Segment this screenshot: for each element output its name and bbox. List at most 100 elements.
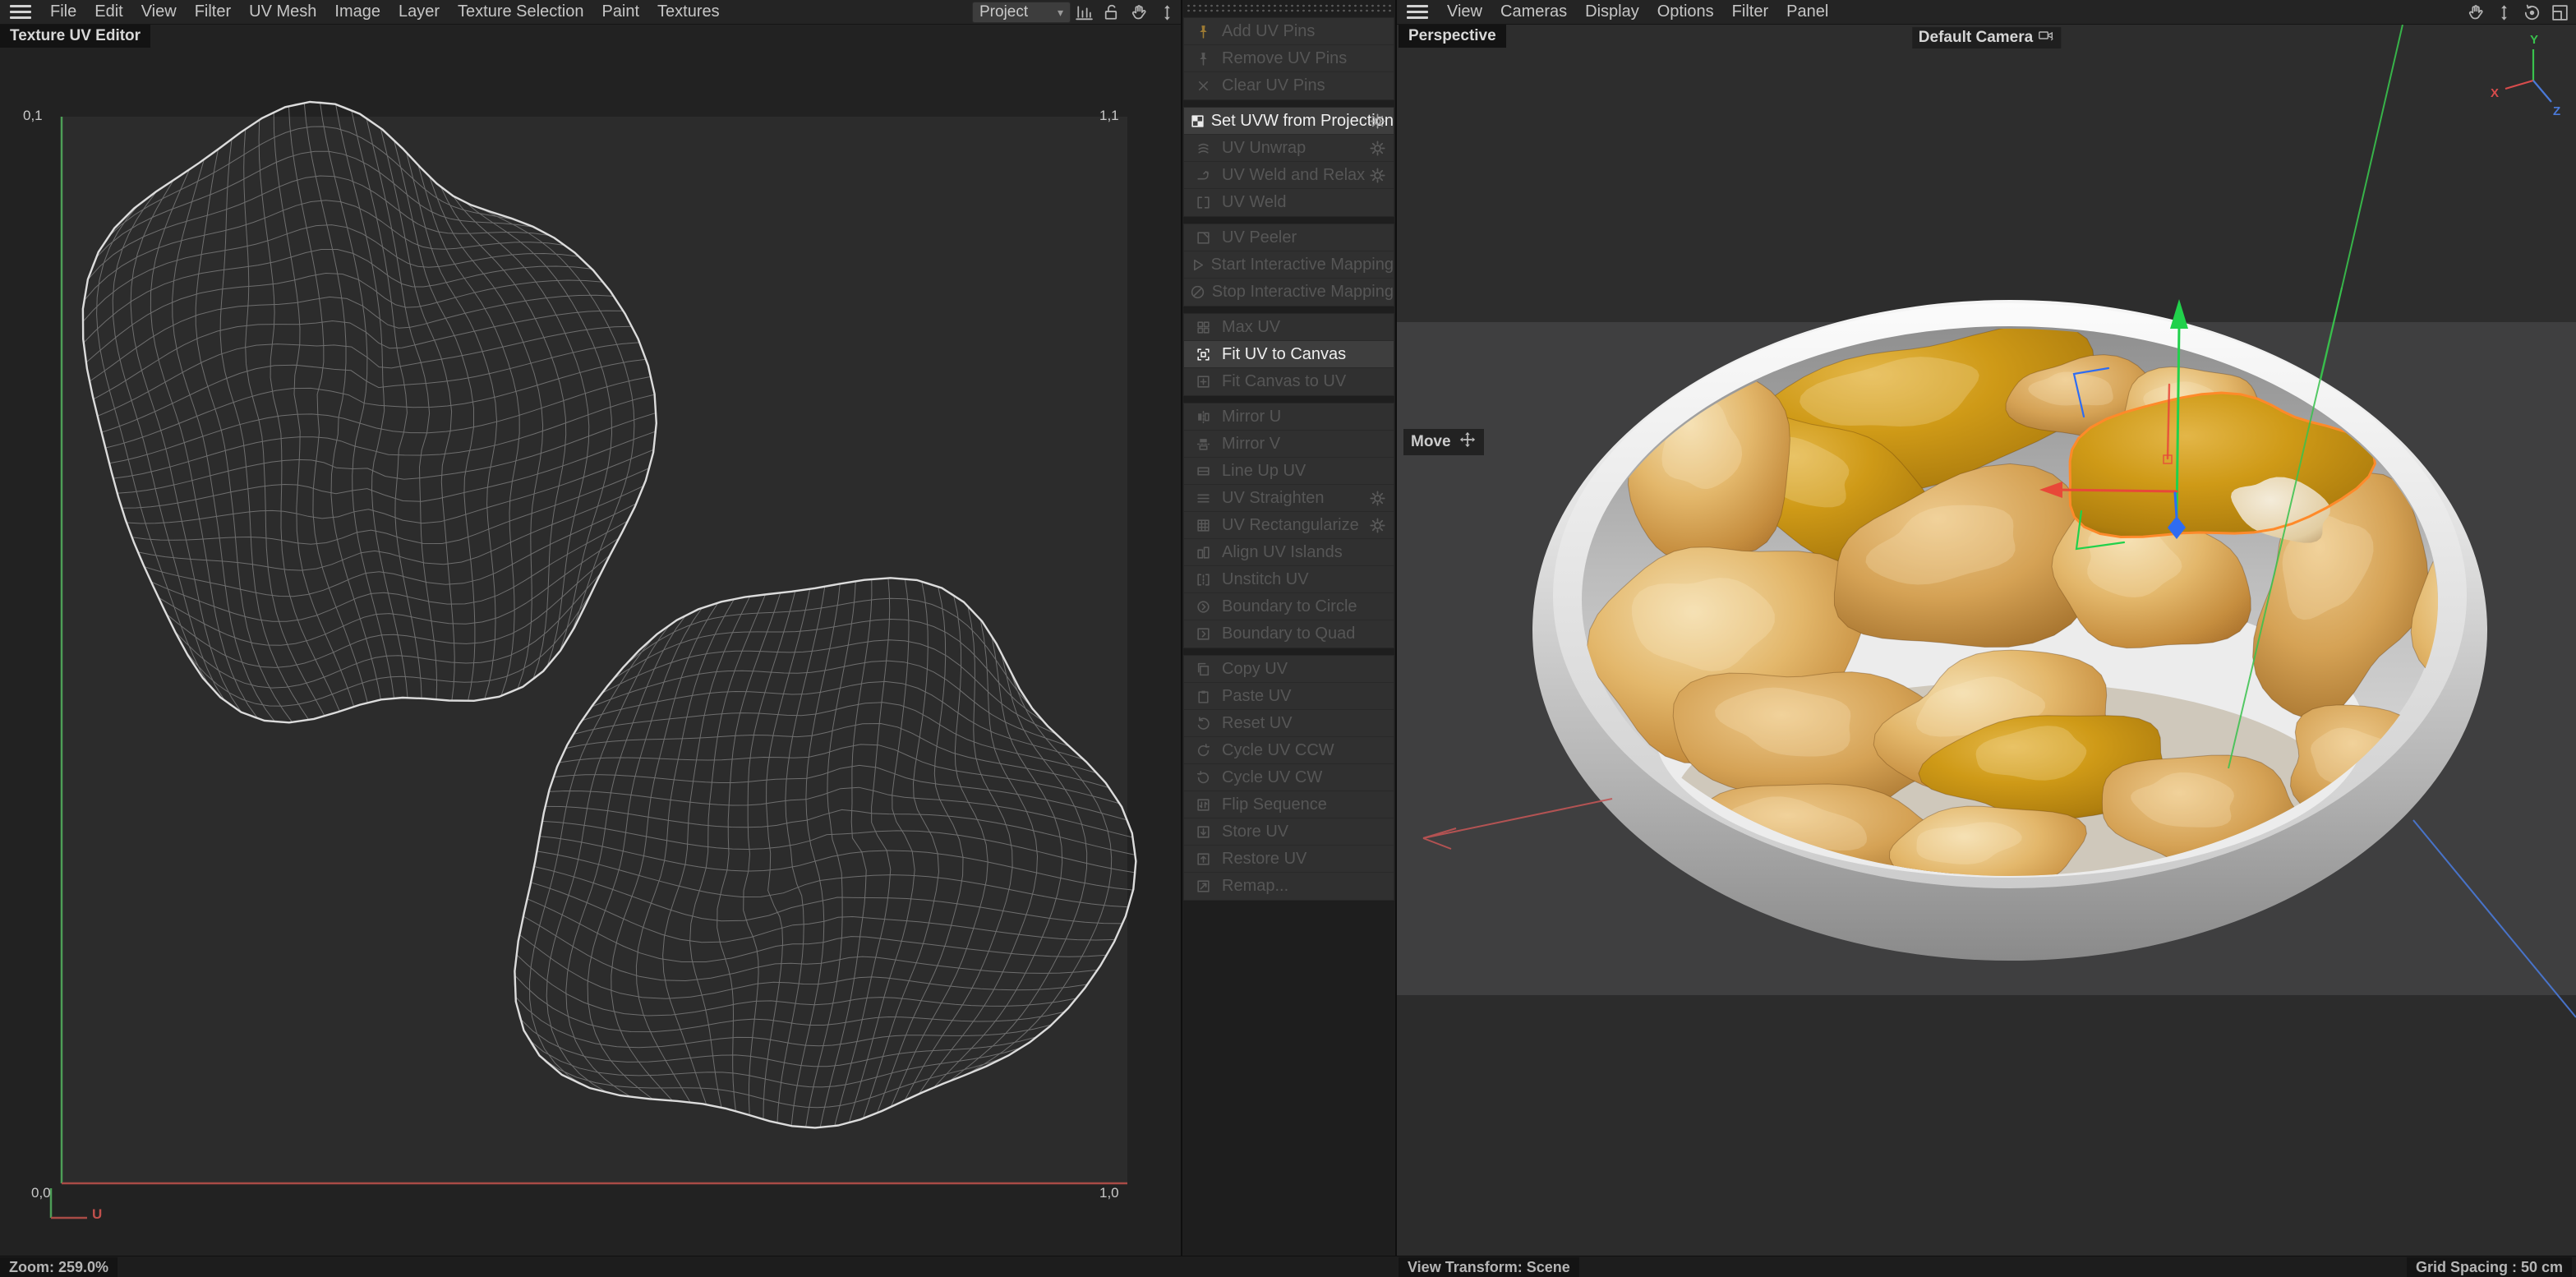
palette-item-mirror-v[interactable]: Mirror V	[1184, 431, 1394, 458]
palette-item-set-uvw-from-projection[interactable]: Set UVW from Projection	[1184, 108, 1394, 135]
axis-orientation-gizmo[interactable]: Y X Z	[2481, 30, 2571, 124]
palette-item-remap[interactable]: Remap...	[1184, 873, 1394, 900]
palette-item-cycle-uv-cw[interactable]: Cycle UV CW	[1184, 764, 1394, 791]
gear-glyph	[1370, 518, 1385, 533]
palette-item-flip-sequence[interactable]: Flip Sequence	[1184, 791, 1394, 818]
tab-texture-uv-editor[interactable]: Texture UV Editor	[0, 25, 151, 48]
palette-item-uv-peeler[interactable]: UV Peeler	[1184, 224, 1394, 251]
palette-item-restore-uv[interactable]: Restore UV	[1184, 846, 1394, 873]
palette-item-fit-uv-to-canvas[interactable]: Fit UV to Canvas	[1184, 341, 1394, 368]
palette-item-label: Restore UV	[1222, 849, 1307, 868]
palette-item-label: Set UVW from Projection	[1210, 111, 1394, 130]
gear-icon[interactable]	[1369, 490, 1386, 511]
hamburger-menu-icon[interactable]	[1407, 5, 1428, 19]
menu-image[interactable]: Image	[325, 2, 389, 21]
palette-item-paste-uv[interactable]: Paste UV	[1184, 683, 1394, 710]
pan-hand-icon[interactable]	[2466, 2, 2486, 23]
active-tool-indicator[interactable]: Move	[1403, 429, 1484, 455]
gear-icon[interactable]	[1369, 113, 1386, 134]
palette-group-3: Max UV Fit UV to Canvas Fit Canvas to UV	[1183, 313, 1394, 396]
palette-item-max-uv[interactable]: Max UV	[1184, 314, 1394, 341]
menu-panel[interactable]: Panel	[1777, 2, 1837, 21]
x-cross-glyph	[1198, 81, 1208, 91]
palette-item-label: Flip Sequence	[1222, 795, 1327, 814]
gear-icon[interactable]	[1369, 517, 1386, 538]
pin-glyph	[1199, 25, 1207, 39]
menu-filter[interactable]: Filter	[1723, 2, 1777, 21]
palette-item-line-up-uv[interactable]: Line Up UV	[1184, 458, 1394, 485]
grid-spacing-status: Grid Spacing : 50 cm	[2406, 1257, 2572, 1277]
histogram-icon[interactable]	[1073, 2, 1094, 23]
svg-text:X: X	[2491, 86, 2499, 100]
menu-texture-selection[interactable]: Texture Selection	[449, 2, 592, 21]
pan-hand-icon[interactable]	[1129, 2, 1150, 23]
menu-options[interactable]: Options	[1648, 2, 1723, 21]
palette-item-uv-unwrap[interactable]: UV Unwrap	[1184, 135, 1394, 162]
palette-item-cycle-uv-ccw[interactable]: Cycle UV CCW	[1184, 737, 1394, 764]
zoom-updown-icon[interactable]	[1157, 2, 1177, 23]
hamburger-menu-icon[interactable]	[10, 5, 31, 19]
menu-view[interactable]: View	[1438, 2, 1491, 21]
pin-icon	[1184, 24, 1222, 39]
palette-item-copy-uv[interactable]: Copy UV	[1184, 656, 1394, 683]
menu-display[interactable]: Display	[1576, 2, 1648, 21]
menu-filter[interactable]: Filter	[186, 2, 240, 21]
align-islands-glyph	[1196, 546, 1210, 559]
uv-canvas[interactable]	[0, 25, 1181, 1256]
unlock-icon[interactable]	[1101, 2, 1122, 23]
zoom-updown-icon[interactable]	[2494, 2, 2514, 23]
palette-item-fit-canvas-to-uv[interactable]: Fit Canvas to UV	[1184, 368, 1394, 395]
maximize-panel-icon[interactable]	[2550, 2, 2570, 23]
palette-item-store-uv[interactable]: Store UV	[1184, 818, 1394, 846]
palette-item-stop-interactive-mapping[interactable]: Stop Interactive Mapping	[1184, 279, 1394, 306]
palette-item-reset-uv[interactable]: Reset UV	[1184, 710, 1394, 737]
restore-glyph	[1196, 852, 1210, 865]
viewport-3d[interactable]: Perspective Default Camera Move Y X Z	[1397, 25, 2576, 1256]
palette-item-uv-rectangularize[interactable]: UV Rectangularize	[1184, 512, 1394, 539]
gear-icon[interactable]	[1369, 140, 1386, 161]
palette-item-align-uv-islands[interactable]: Align UV Islands	[1184, 539, 1394, 566]
fit-canvas-icon	[1184, 374, 1222, 390]
palette-item-add-uv-pins[interactable]: Add UV Pins	[1184, 18, 1394, 45]
camera-selector[interactable]: Default Camera	[1911, 27, 2062, 48]
store-icon	[1184, 824, 1222, 840]
palette-item-unstitch-uv[interactable]: Unstitch UV	[1184, 566, 1394, 593]
orbit-icon[interactable]	[2522, 2, 2542, 23]
palette-item-boundary-to-circle[interactable]: Boundary to Circle	[1184, 593, 1394, 620]
left-menubar: File Edit View Filter UV Mesh Image Layer Textu…	[0, 0, 1181, 25]
palette-item-clear-uv-pins[interactable]: Clear UV Pins	[1184, 72, 1394, 99]
uv-corner-label-10: 1,0	[1099, 1185, 1119, 1201]
menu-uv-mesh[interactable]: UV Mesh	[240, 2, 325, 21]
palette-item-label: Add UV Pins	[1222, 21, 1316, 40]
palette-item-boundary-to-quad[interactable]: Boundary to Quad	[1184, 620, 1394, 648]
palette-drag-handle[interactable]	[1185, 2, 1393, 12]
palette-item-mirror-u[interactable]: Mirror U	[1184, 403, 1394, 431]
palette-item-uv-weld[interactable]: UV Weld	[1184, 189, 1394, 216]
line-up-icon	[1184, 463, 1222, 479]
menu-cameras[interactable]: Cameras	[1491, 2, 1576, 21]
align-islands-icon	[1184, 545, 1222, 560]
unstitch-icon	[1184, 572, 1222, 588]
line-up-glyph	[1196, 466, 1210, 476]
palette-item-remove-uv-pins[interactable]: Remove UV Pins	[1184, 45, 1394, 72]
palette-item-start-interactive-mapping[interactable]: Start Interactive Mapping	[1184, 251, 1394, 279]
unwrap-icon	[1184, 141, 1222, 156]
palette-item-uv-straighten[interactable]: UV Straighten	[1184, 485, 1394, 512]
palette-item-label: Boundary to Quad	[1222, 625, 1356, 643]
tab-texture-uv-editor-label: Texture UV Editor	[10, 27, 141, 44]
palette-item-label: Line Up UV	[1222, 461, 1306, 480]
menu-textures[interactable]: Textures	[648, 2, 729, 21]
camera-icon	[2038, 28, 2054, 48]
menu-layer[interactable]: Layer	[389, 2, 449, 21]
menu-paint[interactable]: Paint	[592, 2, 648, 21]
palette-item-label: Clear UV Pins	[1222, 76, 1325, 95]
menu-edit[interactable]: Edit	[85, 2, 131, 21]
tab-perspective[interactable]: Perspective	[1399, 25, 1506, 48]
menu-file[interactable]: File	[41, 2, 85, 21]
palette-item-uv-weld-and-relax[interactable]: UV Weld and Relax	[1184, 162, 1394, 189]
weld-icon	[1184, 195, 1222, 210]
gear-icon[interactable]	[1369, 167, 1386, 188]
menu-view[interactable]: View	[132, 2, 186, 21]
project-dropdown[interactable]: Project ▾	[972, 2, 1071, 23]
palette-group-4: Mirror U Mirror V Line Up UV UV Straighten U…	[1183, 403, 1394, 648]
